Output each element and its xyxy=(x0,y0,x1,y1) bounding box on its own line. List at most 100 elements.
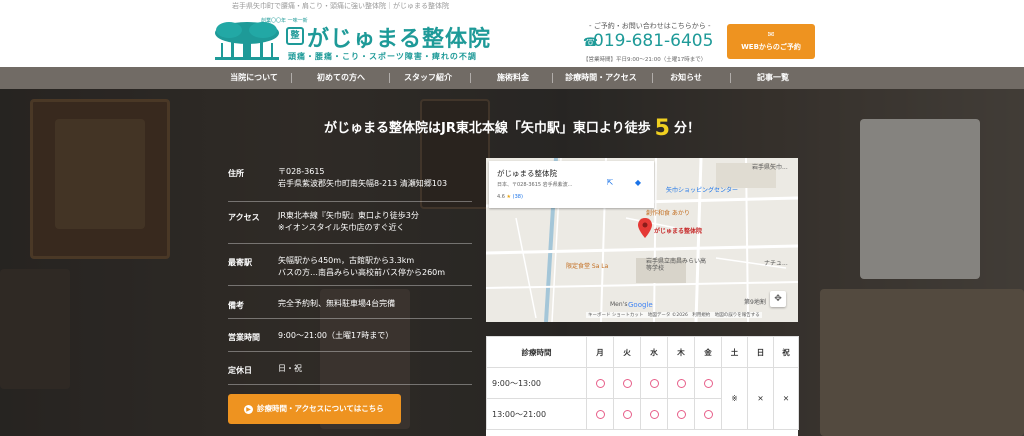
map-label: 第9地割 xyxy=(744,299,766,306)
nav-item-news[interactable]: お知らせ xyxy=(656,67,716,89)
schedule-cell-special: ※ xyxy=(721,367,748,430)
schedule-header-row: 診療時間 月 火 水 木 金 土 日 祝 xyxy=(486,336,799,368)
web-reservation-label: WEBからのご予約 xyxy=(741,43,801,51)
nav-item-articles[interactable]: 記事一覧 xyxy=(738,67,808,89)
info-value: 9:00～21:00（土曜17時まで） xyxy=(278,331,394,340)
nav-item-pricing[interactable]: 施術料金 xyxy=(478,67,548,89)
logo-badge: 整 xyxy=(286,27,304,45)
headline-suffix: 分！ xyxy=(673,121,700,136)
access-info-label: 診療時間・アクセスについてはこちら xyxy=(257,404,384,413)
map-label: 岩手県立南昌みらい高等学校 xyxy=(646,258,707,272)
map-place-address: 日本、〒028-3615 岩手県紫波... xyxy=(497,182,573,188)
header: 創業〇〇年 一味一新 整 がじゅまる整体院 頭痛・腰痛・こり・スポーツ障害・痺れ… xyxy=(0,13,1024,67)
mail-icon: ✉ xyxy=(767,30,775,39)
nav-item-hours-access[interactable]: 診療時間・アクセス xyxy=(556,67,646,89)
schedule-header: 金 xyxy=(694,336,722,368)
nav-divider xyxy=(652,73,653,83)
info-row-address: 住所 〒028-3615 岩手県紫波郡矢巾町南矢幅8-213 清瀬知郷103 xyxy=(228,160,472,202)
logo-name: がじゅまる整体院 xyxy=(307,26,492,52)
schedule-header: 水 xyxy=(640,336,668,368)
contact-block: - ご予約・お問い合わせはこちらから - ☎019-681-6405 【営業時間… xyxy=(583,21,715,65)
map-pin-icon[interactable] xyxy=(638,218,652,238)
info-value: 〒028-3615 岩手県紫波郡矢巾町南矢幅8-213 清瀬知郷103 xyxy=(278,167,448,188)
logo-subtitle: 頭痛・腰痛・こり・スポーツ障害・痺れの不調 xyxy=(288,52,477,61)
main-nav: 当院について 初めての方へ スタッフ紹介 施術料金 診療時間・アクセス お知らせ… xyxy=(0,67,1024,89)
open-circle-icon xyxy=(622,409,632,419)
open-circle-icon xyxy=(676,409,686,419)
open-circle-icon xyxy=(622,378,632,388)
access-info-button[interactable]: ▶ 診療時間・アクセスについてはこちら xyxy=(228,394,401,424)
info-row-hours: 営業時間 9:00～21:00（土曜17時まで） xyxy=(228,319,472,352)
info-row-access: アクセス JR東北本線『矢巾駅』東口より徒歩3分 ※イオンスタイル矢巾店のすぐ近く xyxy=(228,202,472,244)
logo-est: 創業〇〇年 一味一新 xyxy=(261,18,308,24)
info-row-closed-days: 定休日 日・祝 xyxy=(228,352,472,385)
headline-minutes: 5 xyxy=(654,116,670,141)
map-label: 岩手県矢巾... xyxy=(752,164,788,171)
info-label: 住所 xyxy=(228,169,244,178)
schedule-table: 診療時間 月 火 水 木 金 土 日 祝 9:00～13:00 ※ ✕ ✕ 13… xyxy=(486,336,799,436)
star-icon: ★ xyxy=(506,194,512,200)
info-label: 定休日 xyxy=(228,366,252,375)
google-map[interactable]: がじゅまる整体院 日本、〒028-3615 岩手県紫波... 4.6 ★ (38… xyxy=(486,158,798,322)
arrow-right-icon: ▶ xyxy=(244,405,253,414)
nav-divider xyxy=(470,73,471,83)
banyan-tree-icon xyxy=(215,22,279,60)
contact-lead: - ご予約・お問い合わせはこちらから - xyxy=(589,22,711,30)
open-circle-icon xyxy=(703,378,713,388)
map-place-card[interactable]: がじゅまる整体院 日本、〒028-3615 岩手県紫波... 4.6 ★ (38… xyxy=(489,161,654,208)
schedule-cell-open xyxy=(640,398,668,430)
phone-icon: ☎ xyxy=(583,35,598,49)
info-value: JR東北本線『矢巾駅』東口より徒歩3分 ※イオンスタイル矢巾店のすぐ近く xyxy=(278,211,419,232)
info-row-notes: 備考 完全予約制、無料駐車場4台完備 xyxy=(228,286,472,319)
web-reservation-button[interactable]: ✉ WEBからのご予約 xyxy=(727,24,815,59)
info-label: 最寄駅 xyxy=(228,258,252,267)
info-value: 日・祝 xyxy=(278,364,302,373)
phone-number: 019-681-6405 xyxy=(593,31,714,51)
info-value: 完全予約制、無料駐車場4台完備 xyxy=(278,299,396,308)
schedule-cell-open xyxy=(613,367,641,399)
map-footer: キーボード ショートカット 地図データ ©2026 利用規約 地図の誤りを報告す… xyxy=(586,312,762,318)
map-place-name: がじゅまる整体院 xyxy=(497,169,557,178)
schedule-cell-open xyxy=(694,398,722,430)
nav-item-about[interactable]: 当院について xyxy=(218,67,290,89)
schedule-time: 13:00～21:00 xyxy=(486,398,587,430)
schedule-cell-closed: ✕ xyxy=(773,367,799,430)
google-logo: Google xyxy=(628,301,653,309)
schedule-cell-open xyxy=(613,398,641,430)
contact-phone[interactable]: ☎019-681-6405 xyxy=(583,31,713,51)
schedule-header: 祝 xyxy=(773,336,799,368)
open-circle-icon xyxy=(649,378,659,388)
map-label: ナチュ... xyxy=(764,260,788,267)
info-label: 営業時間 xyxy=(228,333,260,342)
open-circle-icon xyxy=(676,378,686,388)
schedule-row: 9:00～13:00 ※ ✕ ✕ xyxy=(486,367,799,430)
schedule-header: 月 xyxy=(586,336,614,368)
nav-item-first-time[interactable]: 初めての方へ xyxy=(304,67,378,89)
map-pan-icon[interactable]: ✥ xyxy=(770,291,786,307)
map-label: Men's xyxy=(610,301,628,308)
directions-icon[interactable]: ◆ xyxy=(631,176,645,190)
schedule-header: 木 xyxy=(667,336,695,368)
top-strip: 岩手県矢巾町で腰痛・肩こり・頭痛に強い整体院｜がじゅまる整体院 xyxy=(0,0,1024,13)
schedule-cell-open xyxy=(694,367,722,399)
headline-text: がじゅまる整体院はJR東北本線「矢巾駅」東口より徒歩 xyxy=(324,121,651,136)
schedule-header: 日 xyxy=(747,336,774,368)
schedule-header: 火 xyxy=(613,336,641,368)
open-external-icon[interactable]: ⇱ xyxy=(603,176,617,190)
map-pin-label: がじゅまる整体院 xyxy=(654,228,703,235)
schedule-cell-open xyxy=(640,367,668,399)
map-place-rating: 4.6 ★ (38) xyxy=(497,194,523,200)
info-label: アクセス xyxy=(228,213,260,222)
schedule-header: 診療時間 xyxy=(486,336,587,368)
logo[interactable]: 創業〇〇年 一味一新 整 がじゅまる整体院 頭痛・腰痛・こり・スポーツ障害・痺れ… xyxy=(213,17,498,65)
open-circle-icon xyxy=(649,409,659,419)
site-tagline: 岩手県矢巾町で腰痛・肩こり・頭痛に強い整体院｜がじゅまる整体院 xyxy=(232,2,449,10)
contact-hours: 【営業時間】平日9:00〜21:00（土曜17時まで） xyxy=(583,57,707,63)
schedule-time: 9:00～13:00 xyxy=(486,367,587,399)
schedule-cell-open xyxy=(667,398,695,430)
schedule-header: 土 xyxy=(721,336,748,368)
nav-divider xyxy=(291,73,292,83)
nav-item-staff[interactable]: スタッフ紹介 xyxy=(392,67,464,89)
nav-divider xyxy=(730,73,731,83)
schedule-cell-open xyxy=(667,367,695,399)
